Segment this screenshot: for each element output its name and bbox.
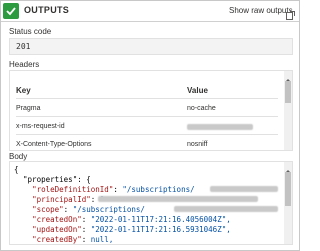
json-key: "principalId" xyxy=(32,195,91,204)
redacted-value xyxy=(210,186,278,192)
redacted-value xyxy=(187,124,253,130)
header-key: Pragma xyxy=(16,105,41,112)
headers-table: Key Value Pragma no-cache x-ms-request-i… xyxy=(9,70,293,151)
json-value: "/subscriptions/ xyxy=(122,185,195,194)
body-label: Body xyxy=(9,152,28,161)
json-value: "/subscriptions/ xyxy=(72,205,145,214)
json-line: "updatedOn": "2022-01-11T17:21:16.593104… xyxy=(32,225,231,234)
row-divider xyxy=(16,134,278,135)
headers-scroll-thumb[interactable] xyxy=(285,81,291,103)
json-key: "updatedOn" xyxy=(32,225,82,234)
json-line: { xyxy=(14,165,19,174)
scroll-down-icon[interactable] xyxy=(284,142,292,150)
outputs-panel: OUTPUTS Show raw outputs Status code 201… xyxy=(0,0,300,251)
json-line: "createdOn": "2022-01-11T17:21:16.405600… xyxy=(32,215,231,224)
show-raw-outputs-icon[interactable] xyxy=(286,7,295,20)
row-divider xyxy=(16,116,278,117)
header-divider xyxy=(16,98,278,99)
header-key: x-ms-request-id xyxy=(16,123,65,130)
outputs-header: OUTPUTS Show raw outputs xyxy=(1,1,299,22)
redacted-value xyxy=(98,196,258,202)
body-scrollbar[interactable] xyxy=(284,162,292,244)
body-scroll-thumb[interactable] xyxy=(285,172,291,206)
scroll-up-icon[interactable] xyxy=(284,71,292,81)
json-value: null, xyxy=(90,235,114,244)
json-line: "scope": "/subscriptions/ xyxy=(32,205,145,214)
json-key: "createdOn" xyxy=(32,215,82,224)
json-key: "createdBy" xyxy=(32,235,82,244)
header-key: X-Content-Type-Options xyxy=(16,141,92,148)
status-code-value: 201 xyxy=(16,42,31,51)
json-key: "scope" xyxy=(32,205,64,214)
json-value: "2022-01-11T17:21:16.5931046Z", xyxy=(90,225,231,234)
headers-label: Headers xyxy=(9,60,40,69)
json-key: "roleDefinitionId" xyxy=(32,185,114,194)
status-code-label: Status code xyxy=(9,27,52,36)
redacted-value xyxy=(174,206,278,212)
show-raw-outputs-link[interactable]: Show raw outputs xyxy=(229,6,293,15)
header-value: no-cache xyxy=(187,105,216,112)
header-value: nosniff xyxy=(187,141,208,148)
outputs-title: OUTPUTS xyxy=(24,5,70,15)
json-line: "createdBy": null, xyxy=(32,235,114,244)
headers-scrollbar[interactable] xyxy=(284,71,292,150)
status-code-field: 201 xyxy=(9,38,293,55)
body-code-view: { "properties": { "roleDefinitionId": "/… xyxy=(9,161,293,245)
json-line: "properties": { xyxy=(14,175,91,184)
json-line: "principalId": " xyxy=(14,195,104,204)
scroll-up-icon[interactable] xyxy=(284,162,292,172)
json-value: "2022-01-11T17:21:16.4056004Z", xyxy=(90,215,231,224)
success-check-icon xyxy=(3,3,19,19)
headers-key-column: Key xyxy=(16,86,31,95)
headers-value-column: Value xyxy=(187,86,208,95)
json-line: "roleDefinitionId": "/subscriptions/ xyxy=(32,185,195,194)
